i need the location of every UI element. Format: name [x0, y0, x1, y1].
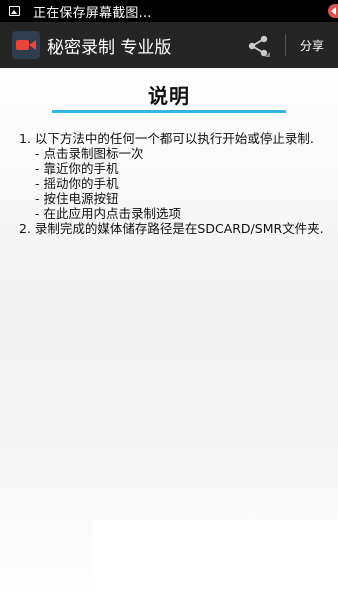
status-text: 正在保存屏幕截图... [33, 5, 152, 21]
status-bar: 正在保存屏幕截图... [0, 0, 338, 22]
instruction-subitem: - 按住电源按钮 [35, 191, 119, 206]
action-bar: 秘密录制 专业版 分享 [0, 22, 338, 68]
page-title: 说明 [148, 84, 190, 108]
instruction-item: 2. 录制完成的媒体储存路径是在SDCARD/SMR文件夹. [19, 221, 324, 236]
instruction-subitem: - 靠近你的手机 [35, 161, 119, 176]
share-button[interactable]: 分享 [300, 37, 324, 54]
instruction-subitem: - 摇动你的手机 [35, 176, 119, 191]
content-area: 说明 1. 以下方法中的任何一个都可以执行开始或停止录制. - 点击录制图标一次 -… [0, 68, 338, 600]
share-icon[interactable] [244, 31, 274, 61]
notification-icon [328, 4, 338, 18]
instructions-text: 1. 以下方法中的任何一个都可以执行开始或停止录制. - 点击录制图标一次 - 靠近… [19, 131, 324, 236]
instruction-subitem: - 在此应用内点击录制选项 [35, 206, 181, 221]
app-title: 秘密录制 专业版 [47, 37, 172, 58]
image-icon [9, 6, 20, 16]
instruction-subitem: - 点击录制图标一次 [35, 146, 144, 161]
camera-icon[interactable] [12, 31, 40, 59]
title-underline [52, 110, 286, 113]
bottom-panel [92, 520, 338, 600]
instruction-item: 1. 以下方法中的任何一个都可以执行开始或停止录制. [19, 131, 314, 146]
action-divider [285, 34, 286, 56]
